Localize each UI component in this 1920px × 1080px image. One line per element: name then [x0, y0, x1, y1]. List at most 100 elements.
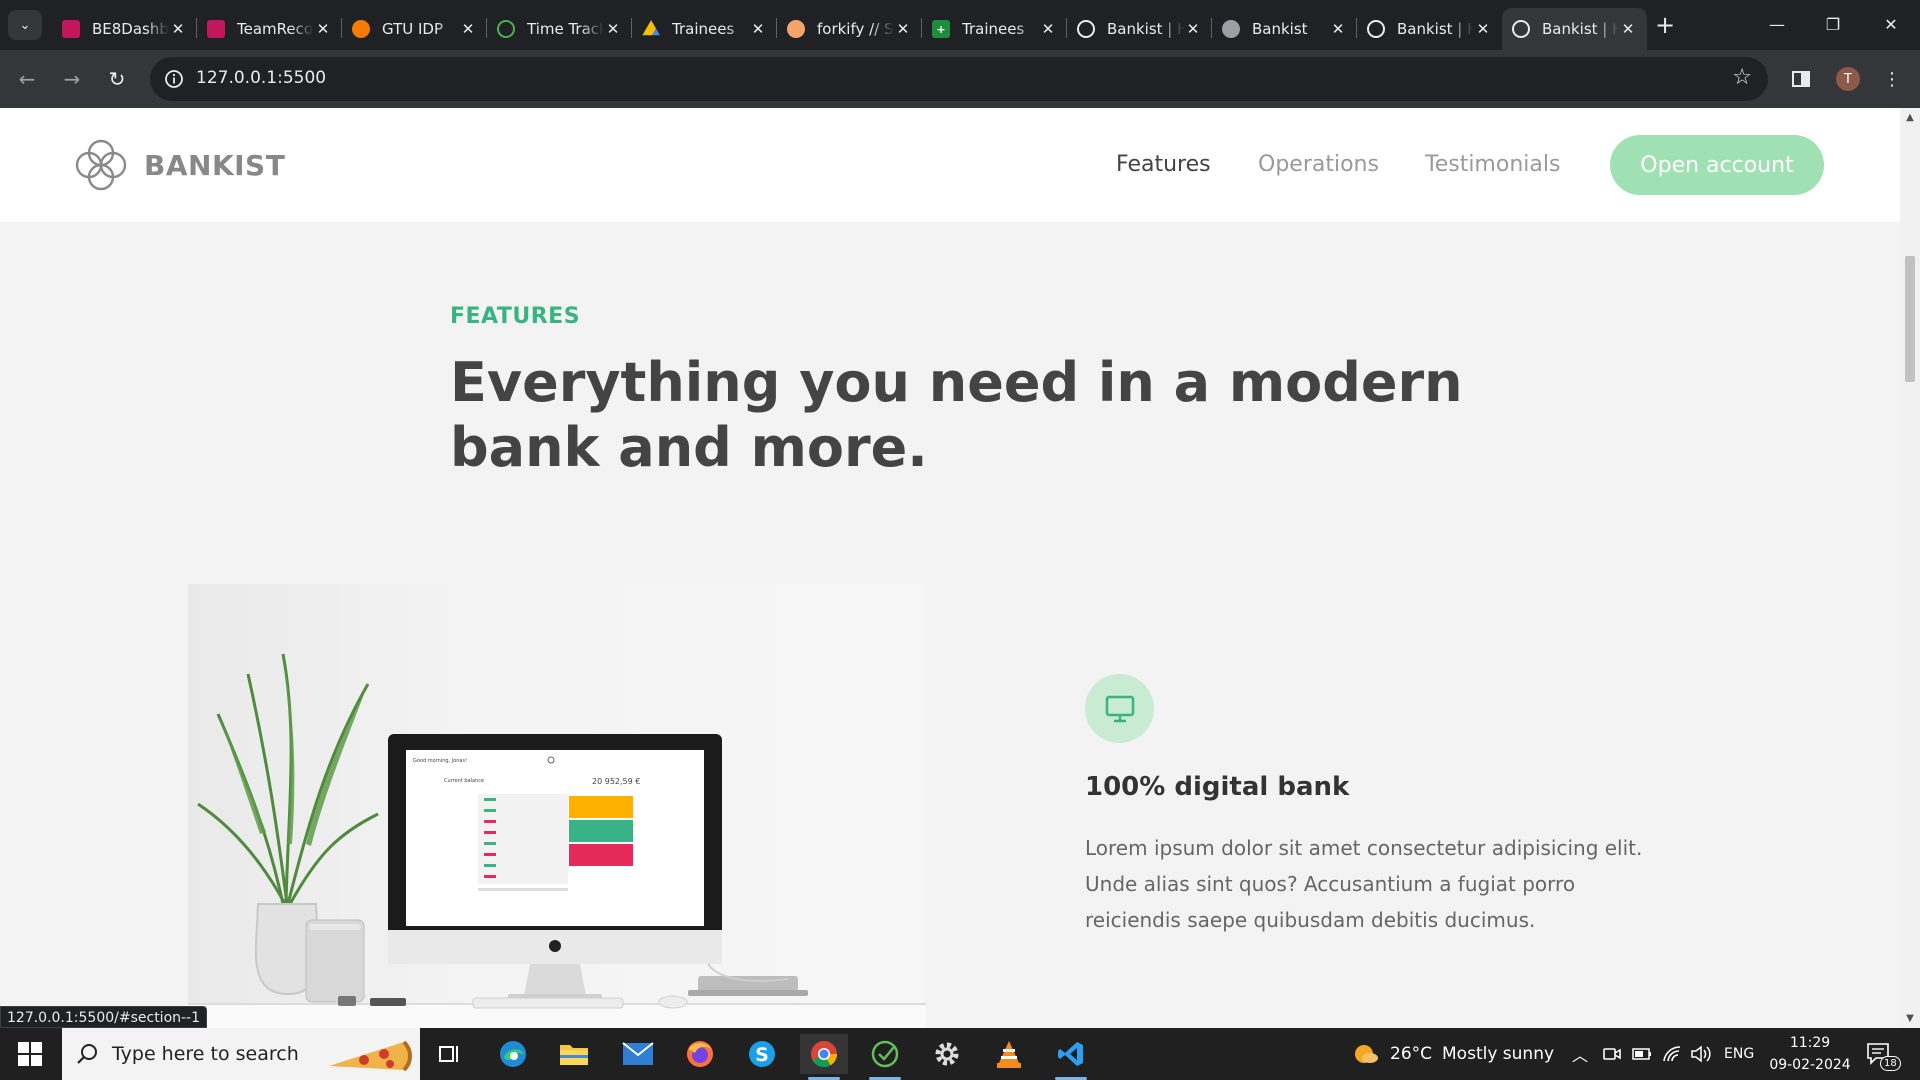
scroll-down-arrow-icon[interactable]: ▼ [1900, 1013, 1920, 1024]
time-tracker-icon[interactable] [861, 1034, 909, 1080]
windows-taskbar: Type here to search S 26°C Mostly sunny … [0, 1028, 1920, 1080]
section-title: Everything you need in a modern bank and… [450, 351, 1463, 479]
logo-text: BANKIST [144, 148, 286, 182]
meet-now-icon[interactable] [1603, 1028, 1621, 1080]
bankist-logo[interactable]: BANKIST [72, 136, 285, 194]
monitor-icon [1105, 695, 1134, 722]
link-status-bubble: 127.0.0.1:5500/#section--1 [0, 1006, 208, 1028]
tab-label: Bankist [1252, 20, 1308, 38]
favicon-icon [497, 20, 515, 38]
tab-item[interactable]: Time Tracker✕ [487, 8, 632, 50]
tab-item[interactable]: + Trainees ✕ [922, 8, 1067, 50]
close-icon[interactable]: ✕ [169, 20, 187, 38]
tab-item[interactable]: Bankist | Home✕ [1357, 8, 1502, 50]
close-icon[interactable]: ✕ [894, 20, 912, 38]
tab-item[interactable]: BE8Dashboard✕ [52, 8, 197, 50]
volume-icon[interactable] [1690, 1028, 1712, 1080]
close-icon[interactable]: ✕ [314, 20, 332, 38]
edge-icon[interactable] [489, 1034, 537, 1074]
browser-toolbar: ← → ↻ 127.0.0.1:5500 ☆ T ⋮ [0, 50, 1920, 108]
back-icon[interactable]: ← [10, 62, 44, 96]
profile-avatar[interactable]: T [1836, 67, 1860, 91]
vlc-icon[interactable] [985, 1034, 1033, 1074]
close-icon[interactable]: ✕ [1329, 20, 1347, 38]
tab-item-active[interactable]: Bankist | Home✕ [1502, 8, 1647, 50]
firefox-icon[interactable] [676, 1034, 724, 1074]
tab-label: Trainees [962, 20, 1025, 38]
search-placeholder: Type here to search [112, 1043, 299, 1065]
file-explorer-icon[interactable] [550, 1034, 598, 1074]
forward-icon[interactable]: → [55, 62, 89, 96]
pizza-search-highlight-icon [329, 1040, 412, 1072]
close-icon[interactable]: ✕ [1184, 20, 1202, 38]
tab-search-dropdown-icon[interactable]: ⌄ [8, 10, 42, 40]
close-icon[interactable]: ✕ [604, 20, 622, 38]
nav-link-features[interactable]: Features [1116, 152, 1211, 177]
scroll-up-arrow-icon[interactable]: ▲ [1900, 112, 1920, 123]
browser-tab-bar: ⌄ BE8Dashboard✕ TeamRecords✕ GTU IDP✕ Ti… [0, 0, 1920, 50]
tab-label: forkify // Search [817, 20, 894, 38]
tab-label: Bankist | Home [1542, 20, 1619, 38]
close-icon[interactable]: ✕ [749, 20, 767, 38]
menu-kebab-icon[interactable]: ⋮ [1875, 62, 1909, 96]
tab-item[interactable]: GTU IDP ✕ [342, 8, 487, 50]
sun-weather-icon [1355, 1045, 1378, 1063]
clock-date: 09-02-2024 [1769, 1057, 1851, 1073]
close-icon[interactable]: ✕ [459, 20, 477, 38]
battery-icon[interactable] [1632, 1028, 1652, 1080]
weather-widget[interactable]: 26°C Mostly sunny [1352, 1028, 1554, 1080]
taskbar-search-box[interactable]: Type here to search [62, 1028, 420, 1080]
tab-item[interactable]: Trainees ✕ [632, 8, 777, 50]
new-tab-icon[interactable]: + [1650, 10, 1680, 40]
svg-text:Good morning, Jonas!: Good morning, Jonas! [413, 758, 467, 764]
windows-start-icon[interactable] [18, 1042, 42, 1070]
tab-item[interactable]: forkify // Search✕ [777, 8, 922, 50]
mail-icon[interactable] [614, 1034, 662, 1074]
url-text[interactable]: 127.0.0.1:5500 [196, 68, 326, 88]
favicon-icon [207, 20, 225, 38]
notifications-icon[interactable]: 18 [1866, 1028, 1901, 1080]
web-page: BANKIST Features Operations Testimonials… [0, 108, 1900, 1028]
page-scrollbar[interactable]: ▲ ▼ [1900, 108, 1920, 1028]
nav-link-testimonials[interactable]: Testimonials [1425, 152, 1560, 177]
tab-item[interactable]: Bankist ✕ [1212, 8, 1357, 50]
chrome-icon[interactable] [800, 1034, 848, 1080]
minimize-icon[interactable]: — [1749, 0, 1805, 48]
address-bar[interactable]: 127.0.0.1:5500 ☆ [150, 57, 1768, 101]
wifi-icon[interactable] [1662, 1028, 1682, 1080]
tab-label: Trainees [672, 20, 735, 38]
globe-icon [1222, 20, 1240, 38]
weather-temp: 26°C [1390, 1044, 1433, 1064]
scrollbar-thumb[interactable] [1905, 256, 1915, 382]
close-icon[interactable]: ✕ [1474, 20, 1492, 38]
search-icon [77, 1044, 97, 1064]
restore-icon[interactable]: ❐ [1805, 0, 1861, 48]
tab-label: Bankist | Home [1397, 20, 1474, 38]
tab-item[interactable]: TeamRecords✕ [197, 8, 342, 50]
task-view-icon[interactable] [426, 1034, 474, 1074]
site-info-icon[interactable] [162, 67, 186, 91]
open-account-button[interactable]: Open account [1610, 135, 1824, 195]
bankist-logo-icon [75, 139, 127, 191]
settings-gear-icon[interactable] [923, 1034, 971, 1074]
close-window-icon[interactable]: ✕ [1863, 0, 1919, 48]
tray-overflow-icon[interactable]: ︿ [1572, 1028, 1588, 1080]
vscode-icon[interactable] [1047, 1034, 1095, 1080]
site-header: BANKIST Features Operations Testimonials… [0, 108, 1900, 222]
feature-image-desk: Good morning, Jonas! Current balance 20 … [188, 584, 926, 1028]
skype-icon[interactable]: S [738, 1034, 786, 1074]
weather-desc: Mostly sunny [1442, 1044, 1555, 1064]
tab-label: BE8Dashboard [92, 20, 169, 38]
language-indicator[interactable]: ENG [1724, 1028, 1754, 1080]
bookmark-star-icon[interactable]: ☆ [1732, 65, 1752, 90]
side-panel-icon[interactable] [1784, 62, 1818, 96]
system-clock[interactable]: 11:29 09-02-2024 [1768, 1032, 1852, 1076]
close-icon[interactable]: ✕ [1619, 20, 1637, 38]
sheets-icon: + [932, 20, 950, 38]
svg-text:Current balance: Current balance [444, 778, 484, 784]
nav-link-operations[interactable]: Operations [1258, 152, 1379, 177]
reload-icon[interactable]: ↻ [100, 62, 134, 96]
favicon-icon [62, 20, 80, 38]
close-icon[interactable]: ✕ [1039, 20, 1057, 38]
tab-item[interactable]: Bankist | Home✕ [1067, 8, 1212, 50]
